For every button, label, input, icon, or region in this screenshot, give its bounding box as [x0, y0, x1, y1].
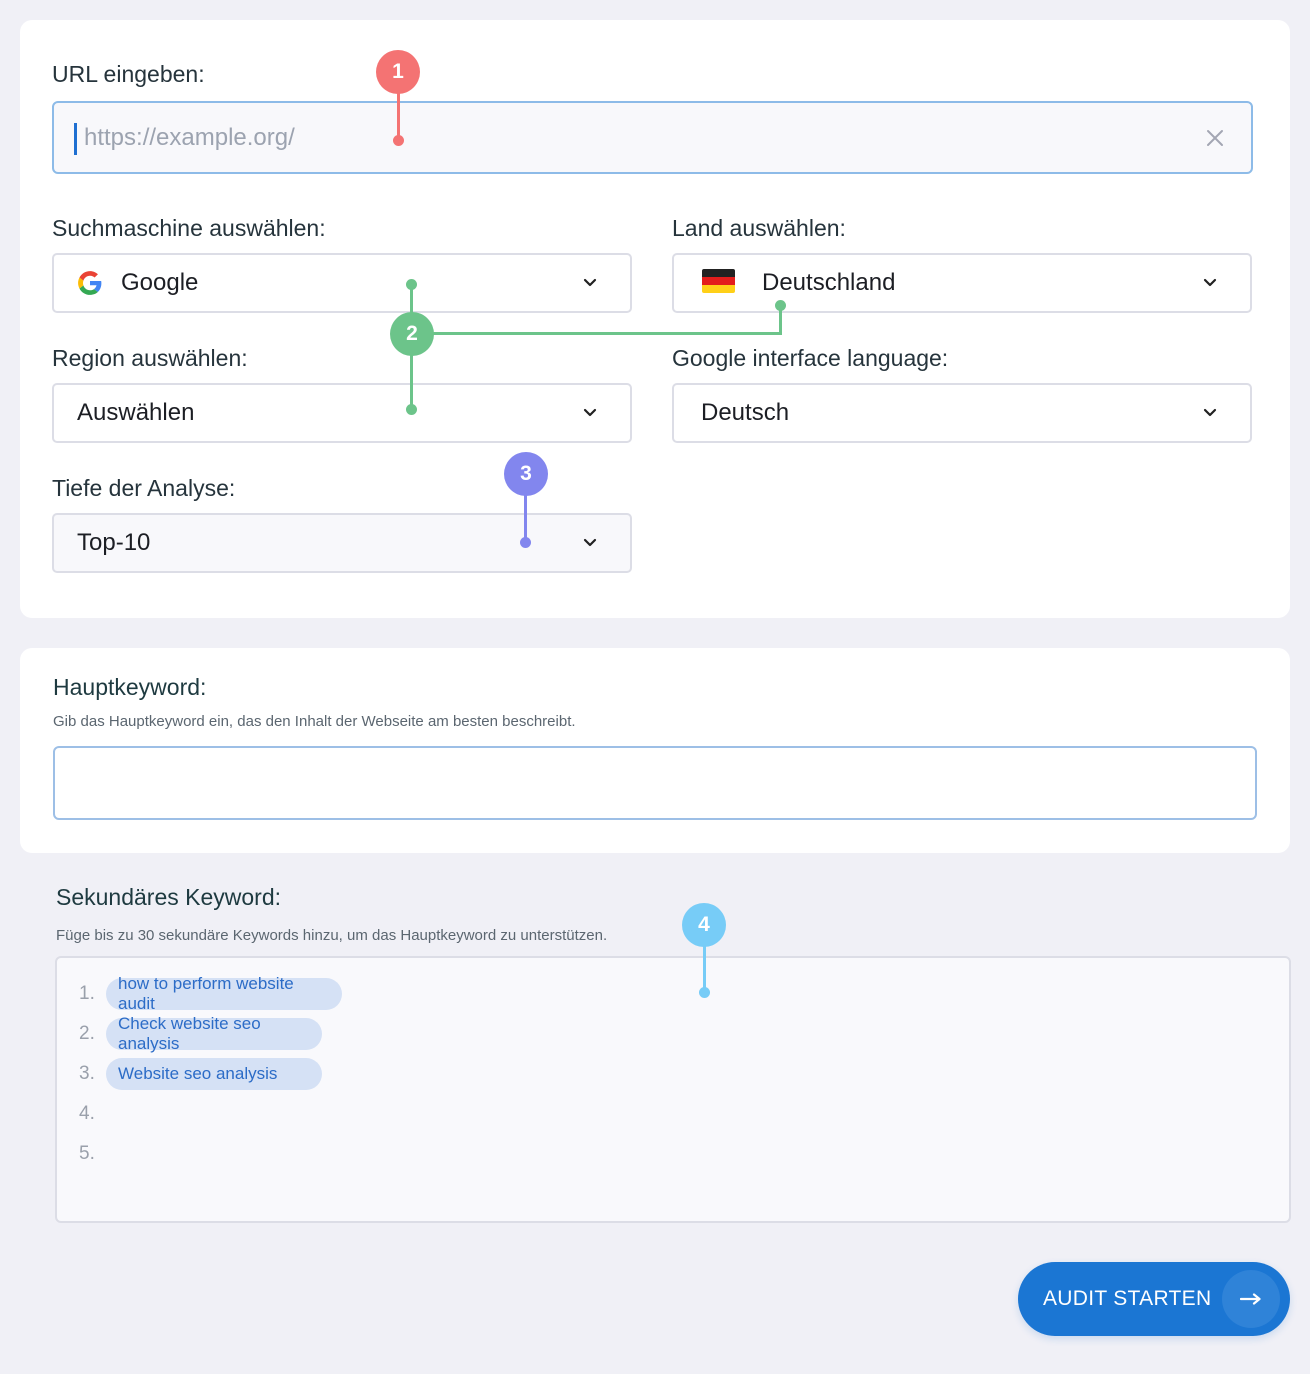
chevron-down-icon — [583, 538, 597, 547]
keyword-chip[interactable]: Check website seo analysis — [106, 1014, 322, 1053]
url-label: URL eingeben: — [52, 61, 205, 87]
chevron-down-icon — [1203, 278, 1217, 287]
row-number: 4. — [79, 1103, 95, 1124]
country-label: Land auswählen: — [672, 215, 846, 241]
close-icon[interactable] — [1205, 128, 1225, 148]
annotation-2-horizontal-line — [420, 332, 782, 335]
region-label: Region auswählen: — [52, 345, 248, 371]
row-number: 1. — [79, 983, 95, 1004]
germany-flag-icon — [702, 269, 735, 293]
secondary-keyword-label: Sekundäres Keyword: — [56, 884, 282, 910]
keyword-row: 1. how to perform website audit — [79, 974, 342, 1013]
secondary-keyword-hint: Füge bis zu 30 sekundäre Keywords hinzu,… — [56, 927, 608, 944]
google-logo-icon — [77, 270, 103, 296]
arrow-right-icon — [1222, 1270, 1280, 1328]
row-number: 2. — [79, 1023, 95, 1044]
annotation-1-dot — [393, 135, 404, 146]
annotation-3-dot — [520, 537, 531, 548]
annotation-marker-4: 4 — [682, 903, 726, 947]
url-input-field[interactable] — [52, 101, 1253, 174]
interface-language-label: Google interface language: — [672, 345, 949, 371]
audit-start-label: AUDIT STARTEN — [1043, 1287, 1212, 1310]
keyword-row: 2. Check website seo analysis — [79, 1014, 322, 1053]
keyword-row: 5. — [79, 1138, 106, 1170]
annotation-2-dot — [406, 279, 417, 290]
country-select[interactable]: Deutschland — [672, 253, 1252, 313]
main-keyword-label: Hauptkeyword: — [53, 674, 207, 700]
chevron-down-icon — [583, 408, 597, 417]
chevron-down-icon — [1203, 408, 1217, 417]
interface-language-value: Deutsch — [701, 399, 790, 426]
keyword-chip[interactable]: how to perform website audit — [106, 974, 342, 1013]
search-engine-label: Suchmaschine auswählen: — [52, 215, 326, 241]
row-number: 5. — [79, 1143, 95, 1164]
main-keyword-input[interactable] — [55, 748, 1255, 818]
depth-select[interactable]: Top-10 — [52, 513, 632, 573]
keyword-row: 3. Website seo analysis — [79, 1058, 322, 1090]
chevron-down-icon — [583, 278, 597, 287]
annotation-2-dot — [406, 404, 417, 415]
audit-start-button[interactable]: AUDIT STARTEN — [1018, 1262, 1290, 1336]
annotation-3-line — [524, 490, 527, 542]
depth-value: Top-10 — [77, 529, 151, 556]
keyword-row: 4. — [79, 1098, 106, 1130]
region-value: Auswählen — [77, 399, 195, 426]
annotation-4-line — [703, 940, 706, 992]
row-number: 3. — [79, 1063, 95, 1084]
region-select[interactable]: Auswählen — [52, 383, 632, 443]
depth-label: Tiefe der Analyse: — [52, 475, 236, 501]
annotation-1-line — [397, 90, 400, 140]
search-engine-select[interactable]: Google — [52, 253, 632, 313]
keyword-chip[interactable]: Website seo analysis — [106, 1058, 322, 1090]
annotation-marker-1: 1 — [376, 50, 420, 94]
search-engine-value: Google — [121, 269, 199, 296]
country-value: Deutschland — [762, 269, 896, 296]
main-keyword-hint: Gib das Hauptkeyword ein, das den Inhalt… — [53, 713, 576, 730]
annotation-marker-2: 2 — [390, 312, 434, 356]
text-caret — [74, 123, 77, 155]
interface-language-select[interactable]: Deutsch — [672, 383, 1252, 443]
annotation-2-dot — [775, 300, 786, 311]
main-keyword-field[interactable] — [53, 746, 1257, 820]
secondary-keywords-textarea[interactable]: 1. how to perform website audit 2. Check… — [55, 956, 1291, 1223]
annotation-marker-3: 3 — [504, 452, 548, 496]
annotation-4-dot — [699, 987, 710, 998]
url-input[interactable] — [84, 103, 1164, 172]
